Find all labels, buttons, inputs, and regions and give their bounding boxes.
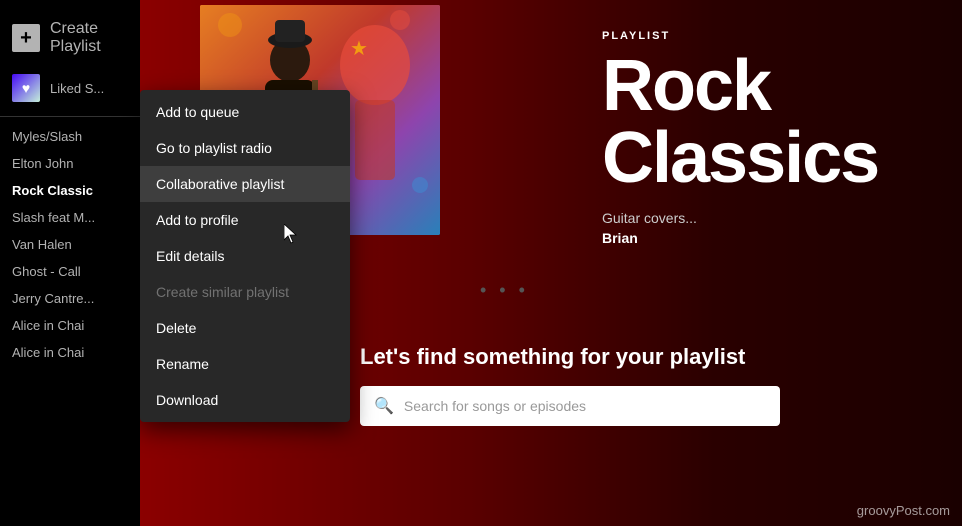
context-menu-add-to-profile[interactable]: Add to profile <box>140 202 350 238</box>
context-menu-add-to-queue[interactable]: Add to queue <box>140 94 350 130</box>
search-input[interactable]: Search for songs or episodes <box>404 398 586 414</box>
playlist-title: Rock Classics <box>602 50 942 194</box>
liked-songs-label: Liked S... <box>50 81 104 96</box>
find-songs-area: Let's find something for your playlist 🔍… <box>360 344 942 426</box>
context-menu-delete[interactable]: Delete <box>140 310 350 346</box>
sidebar: + Create Playlist ♥ Liked S... Myles/Sla… <box>0 0 140 526</box>
sidebar-item-elton-john[interactable]: Elton John <box>0 150 140 177</box>
create-playlist-button[interactable]: + Create Playlist <box>0 10 140 66</box>
sidebar-item-alice-1[interactable]: Alice in Chai <box>0 312 140 339</box>
create-playlist-label: Create Playlist <box>50 20 128 56</box>
liked-songs-icon: ♥ <box>12 74 40 102</box>
playlist-owner: Brian <box>602 230 942 246</box>
context-menu: Add to queue Go to playlist radio Collab… <box>140 90 350 422</box>
plus-icon: + <box>12 24 40 52</box>
find-title: Let's find something for your playlist <box>360 344 942 370</box>
search-bar[interactable]: 🔍 Search for songs or episodes <box>360 386 780 426</box>
playlist-type-label: PLAYLIST <box>602 30 942 42</box>
sidebar-item-myles-slash[interactable]: Myles/Slash <box>0 123 140 150</box>
sidebar-item-alice-2[interactable]: Alice in Chai <box>0 339 140 366</box>
sidebar-divider <box>0 116 140 117</box>
context-menu-collaborative-playlist[interactable]: Collaborative playlist <box>140 166 350 202</box>
dots-decoration: • • • <box>480 280 529 301</box>
sidebar-item-rock-classics[interactable]: Rock Classic <box>0 177 140 204</box>
playlist-description: Guitar covers... <box>602 210 942 226</box>
sidebar-item-jerry-cantre[interactable]: Jerry Cantre... <box>0 285 140 312</box>
svg-text:★: ★ <box>350 38 368 60</box>
context-menu-create-similar-playlist: Create similar playlist <box>140 274 350 310</box>
context-menu-download[interactable]: Download <box>140 382 350 418</box>
context-menu-edit-details[interactable]: Edit details <box>140 238 350 274</box>
playlist-info: PLAYLIST Rock Classics Guitar covers... … <box>602 30 942 246</box>
watermark: groovyPost.com <box>857 503 950 518</box>
search-icon: 🔍 <box>374 396 394 416</box>
sidebar-item-slash-feat[interactable]: Slash feat M... <box>0 204 140 231</box>
context-menu-go-to-playlist-radio[interactable]: Go to playlist radio <box>140 130 350 166</box>
liked-songs-item[interactable]: ♥ Liked S... <box>0 66 140 110</box>
sidebar-item-ghost-call[interactable]: Ghost - Call <box>0 258 140 285</box>
sidebar-item-van-halen[interactable]: Van Halen <box>0 231 140 258</box>
context-menu-rename[interactable]: Rename <box>140 346 350 382</box>
